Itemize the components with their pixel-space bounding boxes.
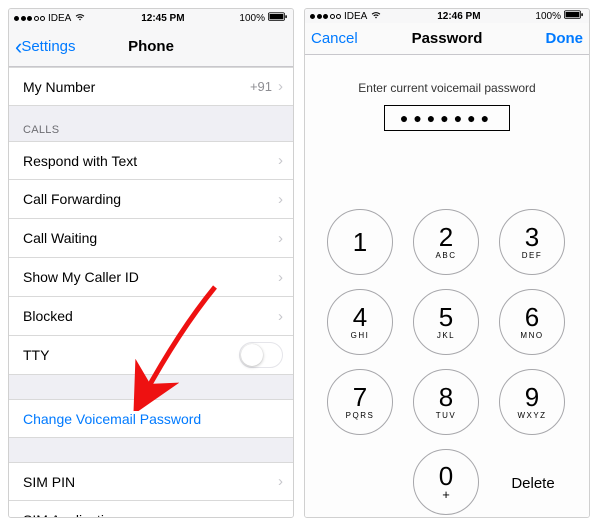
carrier-label: IDEA [48,13,71,24]
signal-icon [14,16,45,21]
row-blocked[interactable]: Blocked › [9,297,293,336]
battery-icon [268,12,288,25]
password-body: Enter current voicemail password ●●●●●●●… [305,55,589,517]
key-letters: PQRS [346,411,375,420]
settings-list[interactable]: My Number +91 › CALLS Respond with Text … [9,67,293,517]
chevron-right-icon: › [278,269,283,286]
key-letters: TUV [436,411,457,420]
carrier-label: IDEA [344,11,367,22]
chevron-right-icon: › [278,512,283,518]
key-0[interactable]: 0 + [413,449,479,515]
password-field[interactable]: ●●●●●●● [384,105,510,131]
delete-button[interactable]: Delete [499,449,567,517]
keypad-blank [327,449,395,517]
done-button[interactable]: Done [546,30,584,47]
row-my-number[interactable]: My Number +91 › [9,67,293,106]
phone-settings-screen: IDEA 12:45 PM 100% ‹ Settings Phone My N… [8,8,294,518]
nav-bar: ‹ Settings Phone [9,27,293,67]
wifi-icon [74,12,86,25]
back-button[interactable]: ‹ Settings [15,36,76,58]
row-label: Show My Caller ID [23,269,139,285]
key-letters: JKL [437,331,455,340]
key-num: 3 [525,224,539,250]
password-prompt: Enter current voicemail password [305,81,589,95]
key-5[interactable]: 5 JKL [413,289,479,355]
key-2[interactable]: 2 ABC [413,209,479,275]
status-left: IDEA [14,12,86,25]
key-letters: DEF [522,251,543,260]
row-respond-with-text[interactable]: Respond with Text › [9,141,293,180]
cancel-button[interactable]: Cancel [311,30,358,47]
row-tty: TTY [9,336,293,375]
status-time: 12:46 PM [437,11,480,22]
row-label: Blocked [23,308,73,324]
status-left: IDEA [310,10,382,23]
back-label: Settings [21,38,75,55]
row-label: Call Forwarding [23,191,121,207]
key-letters: WXYZ [517,411,546,420]
row-label: SIM Applications [23,512,127,517]
row-label: TTY [23,347,49,363]
key-num: 9 [525,384,539,410]
key-letters: MNO [520,331,543,340]
key-letters: + [442,487,450,502]
delete-label: Delete [511,475,554,492]
battery-pct: 100% [535,11,561,22]
signal-icon [310,14,341,19]
chevron-right-icon: › [278,308,283,325]
key-num: 4 [353,304,367,330]
key-9[interactable]: 9 WXYZ [499,369,565,435]
row-label: My Number [23,79,95,95]
tty-toggle[interactable] [239,342,283,368]
row-label: Respond with Text [23,153,137,169]
phone-password-screen: IDEA 12:46 PM 100% Cancel Password Done … [304,8,590,518]
key-1[interactable]: 1 [327,209,393,275]
key-letters: GHI [351,331,370,340]
chevron-right-icon: › [278,191,283,208]
key-num: 6 [525,304,539,330]
key-num: 1 [353,229,367,255]
key-num: 8 [439,384,453,410]
row-label: Call Waiting [23,230,97,246]
wifi-icon [370,10,382,23]
status-right: 100% [535,10,584,23]
key-3[interactable]: 3 DEF [499,209,565,275]
chevron-right-icon: › [278,78,283,95]
key-num: 5 [439,304,453,330]
key-4[interactable]: 4 GHI [327,289,393,355]
chevron-right-icon: › [278,230,283,247]
row-sim-pin[interactable]: SIM PIN › [9,462,293,501]
key-num: 7 [353,384,367,410]
status-bar: IDEA 12:46 PM 100% [305,9,589,23]
battery-icon [564,10,584,23]
nav-bar: Cancel Password Done [305,23,589,55]
row-label: Change Voicemail Password [23,411,201,427]
my-number-value: +91 [250,79,272,94]
row-label: SIM PIN [23,474,75,490]
row-call-forwarding[interactable]: Call Forwarding › [9,180,293,219]
chevron-right-icon: › [278,152,283,169]
chevron-right-icon: › [278,473,283,490]
row-change-voicemail-password[interactable]: Change Voicemail Password [9,399,293,438]
row-call-waiting[interactable]: Call Waiting › [9,219,293,258]
status-time: 12:45 PM [141,13,184,24]
key-8[interactable]: 8 TUV [413,369,479,435]
key-6[interactable]: 6 MNO [499,289,565,355]
key-7[interactable]: 7 PQRS [327,369,393,435]
key-num: 0 [439,463,453,489]
numeric-keypad: 1 2 ABC 3 DEF 4 GHI 5 JKL 6 MNO [305,209,589,517]
battery-pct: 100% [239,13,265,24]
key-num: 2 [439,224,453,250]
status-right: 100% [239,12,288,25]
row-sim-applications[interactable]: SIM Applications › [9,501,293,517]
row-show-caller-id[interactable]: Show My Caller ID › [9,258,293,297]
section-header-calls: CALLS [9,106,293,141]
key-letters: ABC [436,251,457,260]
status-bar: IDEA 12:45 PM 100% [9,9,293,27]
